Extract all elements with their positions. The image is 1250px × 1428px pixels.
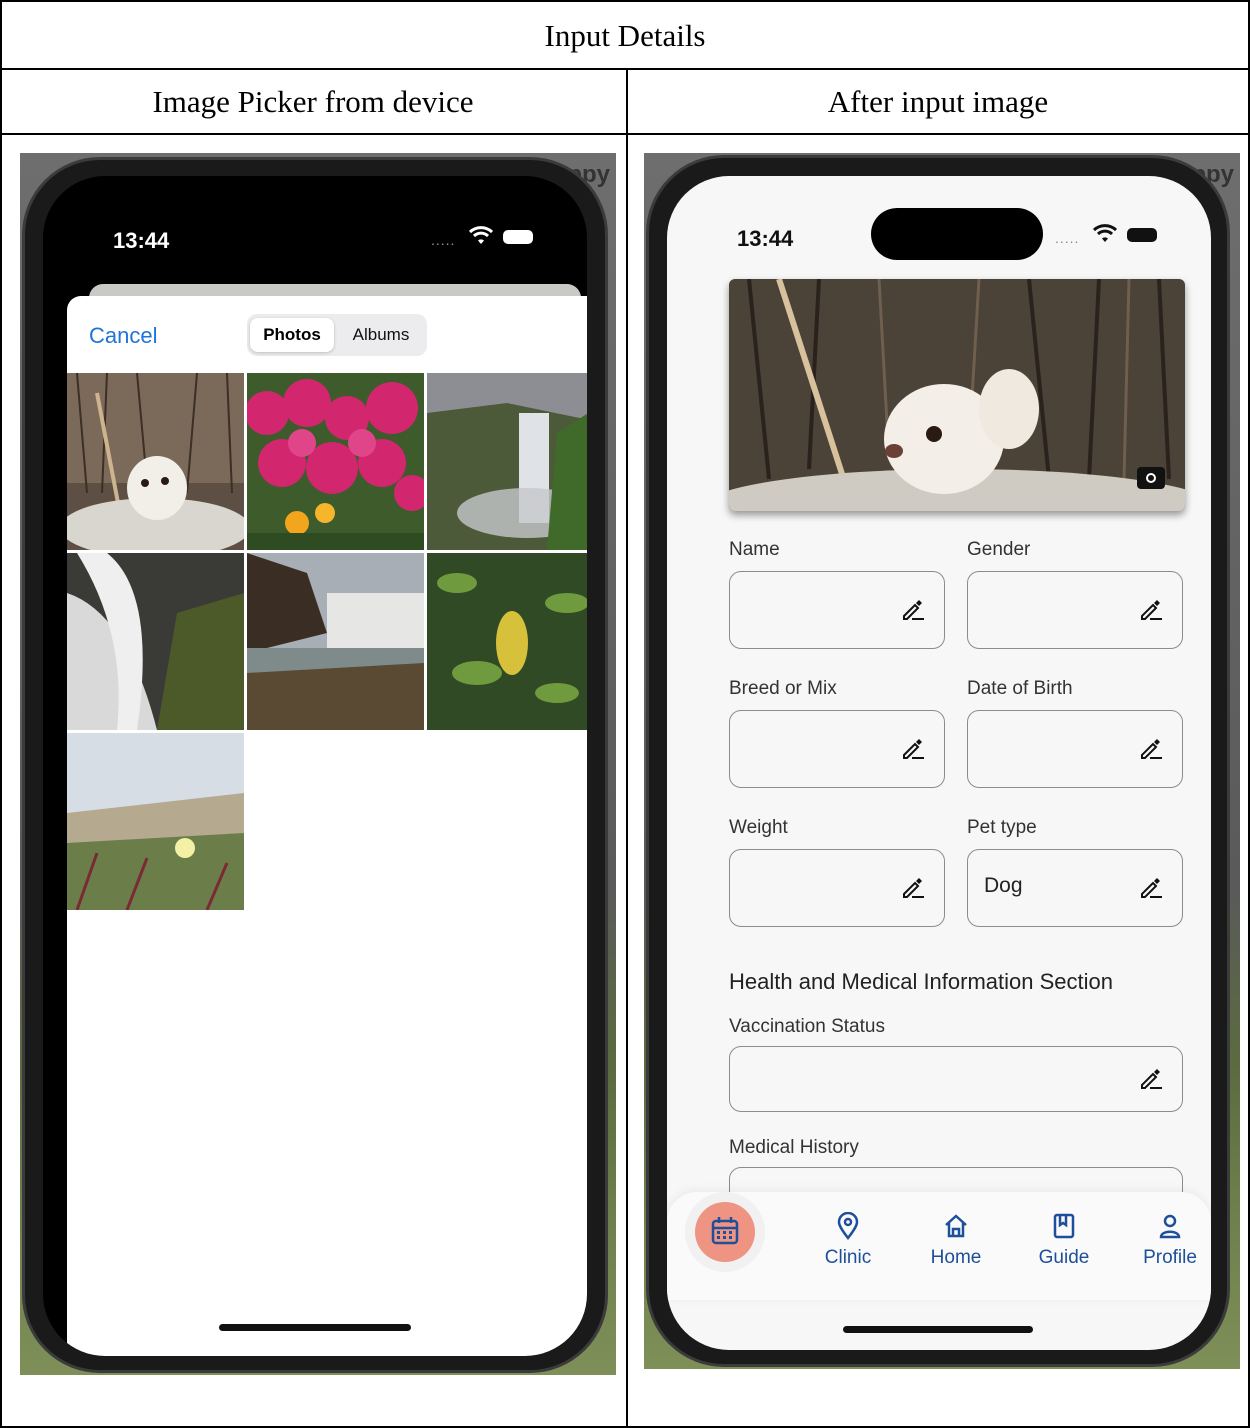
cancel-button[interactable]: Cancel	[89, 323, 157, 349]
breed-field[interactable]	[729, 710, 945, 788]
pet-type-value: Dog	[984, 874, 1023, 897]
weight-field[interactable]	[729, 849, 945, 927]
vaccination-label: Vaccination Status	[729, 1016, 885, 1037]
name-label: Name	[729, 539, 780, 560]
phone-frame: 13:44 ..... Cancel Photos Albums	[22, 157, 608, 1373]
nav-home-label: Home	[930, 1247, 982, 1268]
photo-thumbnail-dunes[interactable]	[67, 733, 244, 910]
nav-profile[interactable]: Profile	[1125, 1212, 1211, 1269]
right-column-header: After input image	[827, 84, 1049, 119]
nav-home[interactable]: Home	[911, 1212, 1001, 1269]
edit-icon[interactable]	[1136, 1065, 1164, 1093]
left-screenshot: appy 13:44 ..... Cancel Photos Albums	[20, 153, 616, 1375]
edit-icon[interactable]	[898, 874, 926, 902]
nav-guide-label: Guide	[1038, 1247, 1090, 1268]
right-screenshot: appy 13:44 ..... Name Gender Breed or Mi…	[644, 153, 1240, 1369]
home-indicator	[219, 1324, 411, 1331]
nav-guide[interactable]: Guide	[1019, 1212, 1109, 1269]
phone-screen: 13:44 ..... Cancel Photos Albums	[43, 176, 587, 1356]
home-icon	[945, 1214, 967, 1238]
pet-type-field[interactable]: Dog	[967, 849, 1183, 927]
edit-icon[interactable]	[898, 735, 926, 763]
tab-photos[interactable]: Photos	[250, 318, 334, 352]
signal-dots: .....	[1055, 230, 1080, 246]
bottom-navigation: Clinic Home Guide Profile	[667, 1192, 1211, 1300]
appointment-fab[interactable]	[695, 1202, 755, 1262]
nav-profile-label: Profile	[1143, 1247, 1197, 1268]
home-indicator	[843, 1326, 1033, 1333]
signal-dots: .....	[431, 232, 456, 248]
photo-picker-sheet: Cancel Photos Albums	[67, 296, 587, 1356]
wifi-icon	[1093, 224, 1117, 242]
section-title: Health and Medical Information Section	[729, 969, 1113, 994]
battery-icon	[503, 230, 533, 244]
medical-history-label: Medical History	[729, 1137, 859, 1158]
weight-label: Weight	[729, 817, 788, 838]
calendar-icon	[711, 1217, 739, 1245]
wifi-icon	[469, 226, 493, 244]
edit-icon[interactable]	[1136, 596, 1164, 624]
status-time: 13:44	[113, 228, 170, 253]
table-column-divider	[626, 68, 628, 1428]
table-title: Input Details	[544, 18, 706, 53]
nav-clinic-label: Clinic	[824, 1247, 872, 1268]
table-divider	[0, 68, 1250, 70]
dob-label: Date of Birth	[967, 678, 1073, 699]
camera-icon[interactable]	[1137, 467, 1165, 489]
tab-albums[interactable]: Albums	[337, 318, 425, 352]
edit-icon[interactable]	[1136, 874, 1164, 902]
nav-clinic[interactable]: Clinic	[803, 1211, 893, 1269]
location-pin-icon	[837, 1211, 859, 1241]
gender-label: Gender	[967, 539, 1031, 560]
segmented-control: Photos Albums	[247, 314, 427, 356]
book-icon	[1053, 1213, 1075, 1239]
table-divider	[0, 133, 1250, 135]
battery-icon	[1127, 228, 1157, 242]
vaccination-field[interactable]	[729, 1046, 1183, 1112]
person-icon	[1159, 1214, 1181, 1239]
photo-thumbnail-cliff-falls[interactable]	[247, 553, 424, 730]
edit-icon[interactable]	[1136, 735, 1164, 763]
photo-thumbnail-leaves[interactable]	[427, 553, 587, 730]
gender-field[interactable]	[967, 571, 1183, 649]
photo-thumbnail-rocks-waterfall[interactable]	[67, 553, 244, 730]
pet-type-label: Pet type	[967, 817, 1037, 838]
edit-icon[interactable]	[898, 596, 926, 624]
dynamic-island	[871, 208, 1043, 260]
breed-label: Breed or Mix	[729, 678, 837, 699]
status-time: 13:44	[737, 226, 794, 251]
pet-photo[interactable]	[729, 279, 1185, 511]
photo-thumbnail-chihuahua[interactable]	[67, 373, 244, 550]
left-column-header: Image Picker from device	[152, 84, 474, 119]
photo-thumbnail-flowers[interactable]	[247, 373, 424, 550]
phone-screen: 13:44 ..... Name Gender Breed or Mix Dat…	[667, 176, 1211, 1350]
photo-thumbnail-waterfall[interactable]	[427, 373, 587, 550]
dob-field[interactable]	[967, 710, 1183, 788]
phone-frame: 13:44 ..... Name Gender Breed or Mix Dat…	[646, 155, 1230, 1367]
name-field[interactable]	[729, 571, 945, 649]
